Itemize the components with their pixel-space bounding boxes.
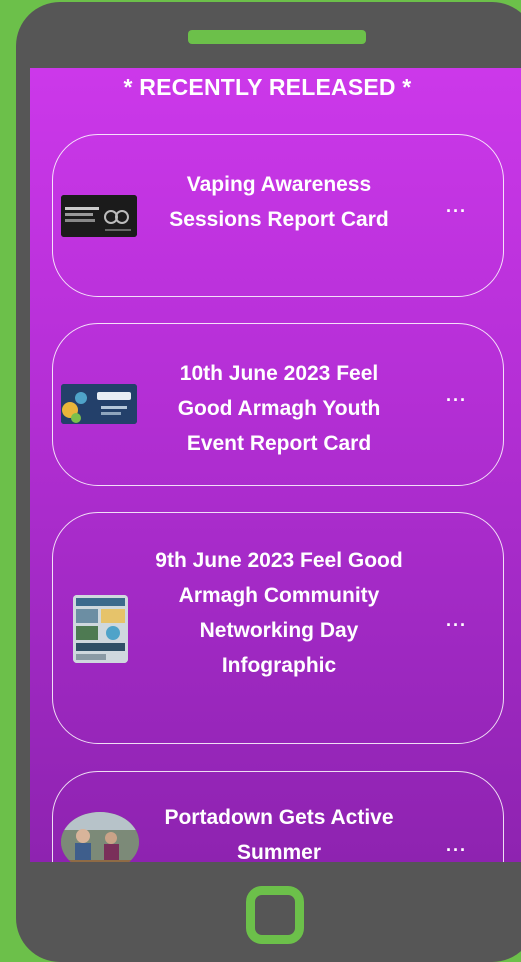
more-horizontal-icon[interactable]: ··· xyxy=(446,840,467,861)
list-item[interactable]: 9th June 2023 Feel Good Armagh Community… xyxy=(52,512,504,744)
more-horizontal-icon[interactable]: ··· xyxy=(446,615,467,636)
vaping-report-card-thumbnail xyxy=(61,195,137,237)
list-item[interactable]: Vaping Awareness Sessions Report Card ··… xyxy=(52,134,504,297)
section-heading: * RECENTLY RELEASED * xyxy=(123,74,412,100)
card-title[interactable]: Portadown Gets Active Summer xyxy=(153,800,405,862)
speaker-bar xyxy=(188,30,366,44)
youth-thumbnail-graphic xyxy=(61,384,137,424)
more-horizontal-icon[interactable]: ··· xyxy=(446,390,467,411)
vaping-thumbnail-graphic xyxy=(61,195,137,237)
infographic-thumbnail xyxy=(73,595,128,663)
home-button-icon[interactable] xyxy=(246,886,304,944)
card-title[interactable]: 9th June 2023 Feel Good Armagh Community… xyxy=(153,543,405,683)
youth-event-report-card-thumbnail xyxy=(61,384,137,424)
more-horizontal-icon[interactable]: ··· xyxy=(446,201,467,222)
card-title[interactable]: 10th June 2023 Feel Good Armagh Youth Ev… xyxy=(153,356,405,461)
list-item[interactable]: 10th June 2023 Feel Good Armagh Youth Ev… xyxy=(52,323,504,486)
card-title[interactable]: Vaping Awareness Sessions Report Card xyxy=(153,167,405,237)
list-item[interactable]: Portadown Gets Active Summer ··· xyxy=(52,771,504,862)
infographic-thumbnail-graphic xyxy=(73,595,128,663)
portadown-photo-graphic xyxy=(61,812,139,862)
phone-frame: * RECENTLY RELEASED * Vaping Awareness S… xyxy=(16,2,521,962)
portadown-photo-thumbnail xyxy=(61,812,139,862)
phone-screen[interactable]: * RECENTLY RELEASED * Vaping Awareness S… xyxy=(30,68,521,862)
